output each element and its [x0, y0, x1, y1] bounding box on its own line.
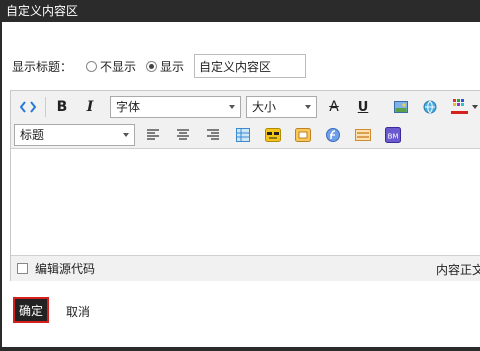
- bold-button[interactable]: B: [51, 96, 73, 118]
- window-title-bar: 自定义内容区: [0, 0, 480, 22]
- underline-button[interactable]: U: [352, 96, 374, 118]
- show-title-label: 显示标题：: [12, 59, 73, 74]
- radio-show-title-circle[interactable]: [146, 60, 158, 72]
- editor-statusbar: 编辑源代码 内容正文: [11, 255, 480, 281]
- toolbar-separator: [45, 97, 46, 117]
- baidu-map-icon[interactable]: BM: [382, 124, 404, 146]
- text-color-icon[interactable]: [448, 96, 470, 118]
- source-code-icon[interactable]: [17, 96, 39, 118]
- edit-source-checkbox[interactable]: [17, 263, 28, 274]
- emoticon-icon[interactable]: [262, 124, 284, 146]
- horizontal-rule-icon[interactable]: [352, 124, 374, 146]
- editor-toolbar: B I 字体 大小 A U 标题 BM: [11, 91, 480, 149]
- ok-button[interactable]: 确定: [13, 297, 49, 323]
- window-left-border: [0, 22, 2, 349]
- align-right-icon[interactable]: [202, 124, 224, 146]
- title-setting-row: 显示标题： 不显示 显示: [12, 54, 307, 78]
- italic-button[interactable]: I: [79, 96, 101, 118]
- font-size-value: 大小: [252, 100, 277, 114]
- title-input[interactable]: [194, 54, 307, 78]
- media-icon[interactable]: [292, 124, 314, 146]
- chevron-down-icon: [305, 105, 311, 109]
- chevron-down-icon: [123, 133, 129, 137]
- window-title: 自定义内容区: [6, 4, 79, 18]
- editor-content-area[interactable]: [11, 149, 480, 255]
- flash-icon[interactable]: [322, 124, 344, 146]
- content-body-label: 内容正文: [436, 263, 480, 277]
- heading-select[interactable]: 标题: [14, 124, 135, 146]
- align-center-icon[interactable]: [172, 124, 194, 146]
- radio-show-title-label: 显示: [160, 59, 185, 74]
- radio-hide-title-label: 不显示: [100, 59, 137, 74]
- heading-value: 标题: [20, 128, 45, 142]
- align-left-icon[interactable]: [142, 124, 164, 146]
- strikethrough-button[interactable]: A: [323, 96, 345, 118]
- web-link-icon[interactable]: [419, 96, 441, 118]
- color-dropdown-icon[interactable]: [469, 96, 480, 118]
- edit-source-label: 编辑源代码: [35, 262, 96, 276]
- radio-hide-title[interactable]: 不显示: [86, 58, 136, 75]
- bm-badge-text: BM: [388, 133, 399, 141]
- cancel-button[interactable]: 取消: [66, 303, 90, 320]
- window-bottom-border: [0, 347, 480, 351]
- font-size-select[interactable]: 大小: [246, 96, 317, 118]
- radio-hide-title-circle[interactable]: [86, 60, 98, 72]
- table-icon[interactable]: [232, 124, 254, 146]
- rich-text-editor: B I 字体 大小 A U 标题 BM 编辑源代码 内容正文: [10, 90, 480, 281]
- radio-show-title[interactable]: 显示: [146, 58, 184, 75]
- font-family-select[interactable]: 字体: [110, 96, 241, 118]
- font-family-value: 字体: [116, 100, 141, 114]
- image-icon[interactable]: [390, 96, 412, 118]
- chevron-down-icon: [229, 105, 235, 109]
